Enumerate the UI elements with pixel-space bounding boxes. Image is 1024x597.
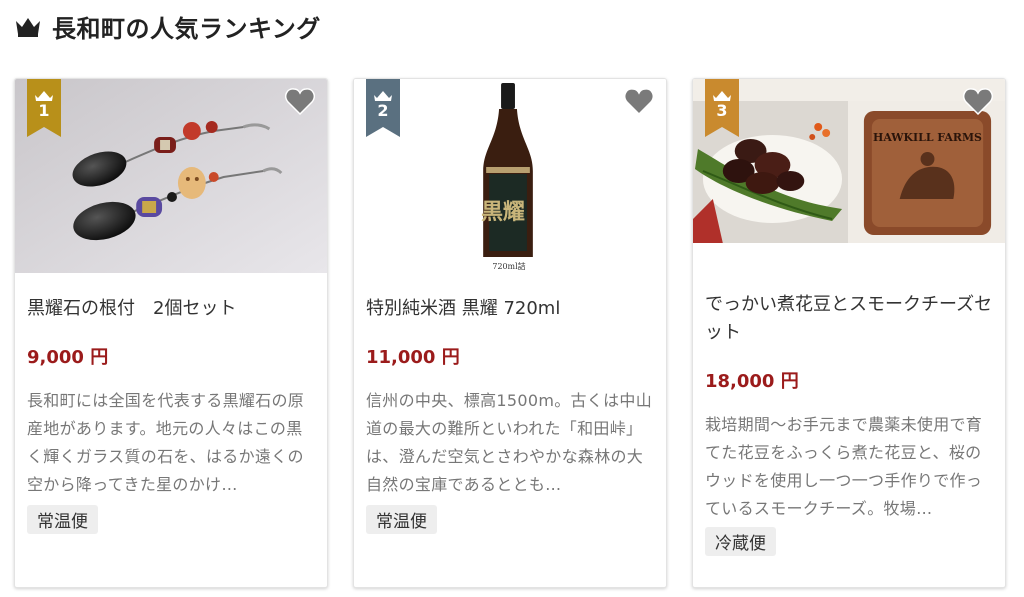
product-image-sake[interactable]: 黒耀 720ml詰 2 [354, 79, 666, 273]
rank-number: 1 [38, 101, 50, 120]
product-price: 9,000 円 [27, 347, 109, 368]
bottle-label-text: 黒耀 [481, 199, 525, 225]
ranking-card-1[interactable]: 1 黒耀石の根付 2個セット 9,000 円 長和町には全国を代表する黒耀石の原… [14, 78, 328, 588]
rank-badge: 1 [27, 79, 61, 137]
product-title[interactable]: でっかい煮花豆とスモークチーズセット [705, 291, 993, 347]
favorite-heart-icon[interactable] [963, 87, 993, 115]
ranking-card-2[interactable]: 黒耀 720ml詰 2 特別純米酒 黒耀 720ml 11,000 円 信州の中… [353, 78, 667, 588]
section-header: 長和町の人気ランキング [14, 8, 321, 44]
rank-number: 3 [716, 101, 728, 120]
rank-badge: 2 [366, 79, 400, 137]
cheese-brand-text: HAWKILL FARMS [873, 131, 982, 144]
rank-badge: 3 [705, 79, 739, 137]
rank-number: 2 [377, 101, 389, 120]
product-image-netsuke[interactable]: 1 [15, 79, 327, 273]
product-price: 18,000 円 [705, 371, 799, 392]
shipping-tag: 冷蔵便 [705, 527, 776, 556]
favorite-heart-icon[interactable] [624, 87, 654, 115]
favorite-heart-icon[interactable] [285, 87, 315, 115]
section-title: 長和町の人気ランキング [52, 14, 321, 43]
product-title[interactable]: 黒耀石の根付 2個セット [27, 295, 315, 323]
bottle-volume-text: 720ml詰 [492, 261, 525, 271]
product-description: 長和町には全国を代表する黒耀石の原産地があります。地元の人々はこの黒く輝くガラス… [27, 391, 305, 494]
ranking-card-3[interactable]: HAWKILL FARMS 3 でっかい煮花豆とスモークチーズセット 18,00… [692, 78, 1006, 588]
product-description: 信州の中央、標高1500m。古くは中山道の最大の難所といわれた「和田峠」は、澄ん… [366, 391, 653, 494]
product-image-beans-cheese[interactable]: HAWKILL FARMS 3 [693, 79, 1005, 243]
shipping-tag: 常温便 [27, 505, 98, 534]
product-price: 11,000 円 [366, 347, 460, 368]
product-title[interactable]: 特別純米酒 黒耀 720ml [366, 295, 654, 323]
product-description: 栽培期間〜お手元まで農薬未使用で育てた花豆をふっくら煮た花豆と、桜のウッドを使用… [705, 415, 983, 518]
shipping-tag: 常温便 [366, 505, 437, 534]
crown-icon [16, 18, 40, 37]
